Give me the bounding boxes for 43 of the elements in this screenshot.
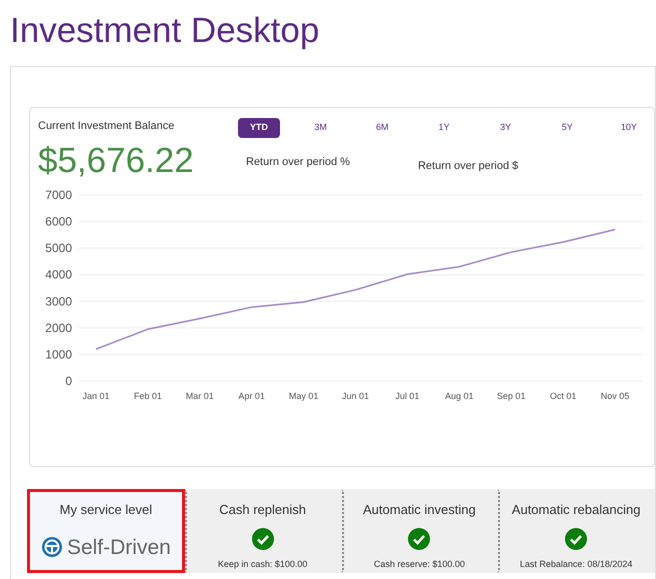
x-tick-label: Nov 05 [600,390,630,400]
x-tick-label: May 01 [288,390,318,400]
y-tick-label: 0 [65,374,72,388]
x-tick-label: Apr 01 [238,390,265,400]
y-tick-label: 6000 [45,214,72,228]
checkmark-icon [252,528,274,550]
checkmark-icon [565,528,588,550]
x-tick-label: Jun 01 [342,390,370,400]
y-tick-label: 1000 [45,346,72,361]
tile-note: Cash reserve: $100.00 [374,558,465,570]
x-tick-label: Jan 01 [82,390,110,400]
tile-title: My service level [60,501,152,519]
return-label: Return over period % [246,155,350,170]
service-level-value: Self-Driven [66,534,171,560]
checkmark-icon [408,528,430,550]
x-tick-label: Oct 01 [550,390,576,400]
tile-title: Automatic investing [363,501,476,519]
y-tick-label: 7000 [45,188,72,202]
balance-value: $5,676.22 [38,140,195,182]
tile-note: Keep in cash: $100.00 [218,558,308,571]
tile-note: Last Rebalance: 08/18/2024 [520,558,632,570]
period-tab[interactable]: 1Y [422,118,465,138]
period-tab[interactable]: 10Y [608,118,650,138]
x-tick-label: Aug 01 [445,390,474,400]
page-title: Investment Desktop [9,10,320,52]
period-tab[interactable]: 6M [361,118,404,138]
x-tick-label: Feb 01 [134,390,162,400]
tile-title: Cash replenish [219,501,306,519]
y-tick-label: 4000 [45,267,72,282]
return-label: Return over period $ [418,159,518,174]
y-tick-label: 2000 [45,320,72,334]
tile-title: Automatic rebalancing [512,501,640,519]
x-tick-label: Sep 01 [496,390,526,400]
period-tab[interactable]: 3M [300,118,342,138]
period-tab[interactable]: 3Y [484,118,527,138]
period-tab[interactable]: YTD [238,118,280,138]
period-tab[interactable]: 5Y [546,118,588,138]
y-tick-label: 3000 [45,294,72,308]
steering-wheel-icon [40,536,63,558]
balance-label: Current Investment Balance [38,119,176,134]
y-tick-label: 5000 [45,240,72,255]
x-tick-label: Mar 01 [186,390,214,400]
x-tick-label: Jul 01 [395,390,420,400]
